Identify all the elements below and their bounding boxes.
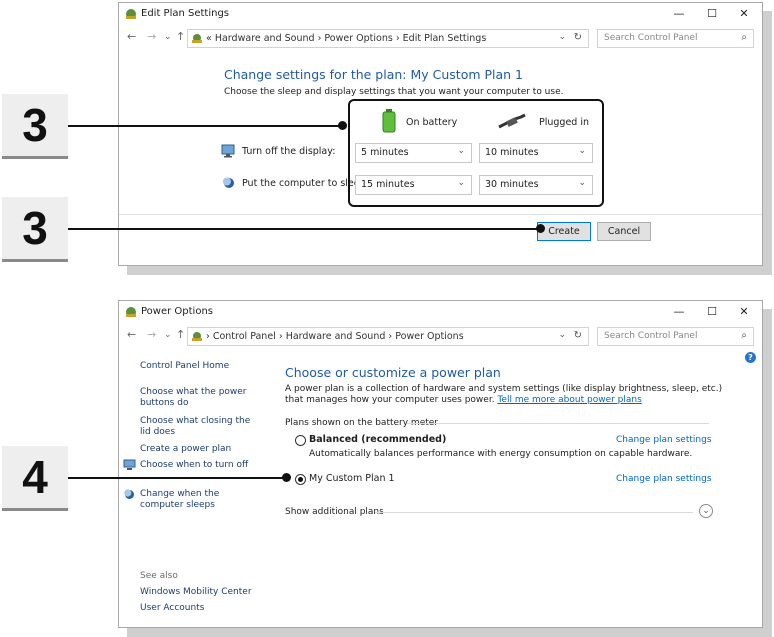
callout-leader-4 — [68, 477, 286, 479]
power-options-window: Power Options — ☐ ✕ ← → ⌄ ↑ › Control Pa… — [118, 300, 763, 628]
address-dropdown-icon[interactable]: ⌄ — [558, 32, 566, 42]
sidebar-item-sleep[interactable]: Change when the computer sleeps — [140, 489, 258, 511]
close-button[interactable]: ✕ — [729, 303, 759, 321]
change-plan-settings-custom[interactable]: Change plan settings — [616, 474, 712, 484]
cancel-button[interactable]: Cancel — [597, 222, 651, 241]
search-placeholder: Search Control Panel — [604, 331, 698, 341]
help-icon[interactable]: ? — [745, 352, 756, 363]
recent-locations-button[interactable]: ⌄ — [164, 329, 172, 341]
minimize-button[interactable]: — — [664, 5, 694, 23]
show-additional-plans[interactable]: Show additional plans — [285, 507, 384, 517]
breadcrumb-overflow[interactable]: « — [206, 33, 212, 44]
search-placeholder: Search Control Panel — [604, 33, 698, 43]
callout-dot-4 — [282, 473, 291, 482]
moon-icon — [124, 489, 134, 499]
address-bar-row: ← → ⌄ ↑ « Hardware and Sound › Power Opt… — [119, 27, 762, 49]
breadcrumb-item-power-options[interactable]: Power Options — [395, 331, 463, 342]
window-title: Power Options — [141, 306, 213, 317]
address-box[interactable]: « Hardware and Sound › Power Options › E… — [187, 29, 589, 48]
see-also-heading: See also — [140, 571, 178, 581]
breadcrumb: « Hardware and Sound › Power Options › E… — [206, 33, 486, 44]
sidebar-item-create-plan[interactable]: Create a power plan — [140, 444, 231, 455]
refresh-icon[interactable]: ↻ — [574, 330, 582, 341]
window-title: Edit Plan Settings — [141, 8, 230, 19]
address-dropdown-icon[interactable]: ⌄ — [558, 330, 566, 340]
monitor-icon — [123, 459, 136, 470]
maximize-button[interactable]: ☐ — [697, 5, 727, 23]
title-bar: Edit Plan Settings — ☐ ✕ — [119, 3, 762, 27]
expand-chevron-icon[interactable]: ⌄ — [699, 504, 713, 518]
sidebar-item-power-buttons[interactable]: Choose what the power buttons do — [140, 387, 250, 409]
sidebar-item-turn-off-display[interactable]: Choose when to turn off the display — [140, 460, 258, 471]
minimize-button[interactable]: — — [664, 303, 694, 321]
display-setting-label: Turn off the display: — [242, 146, 336, 157]
sidebar-item-closing-lid[interactable]: Choose what closing the lid does — [140, 416, 255, 438]
forward-button[interactable]: → — [147, 31, 156, 43]
recent-locations-button[interactable]: ⌄ — [164, 31, 172, 43]
callout-step-4: 4 — [2, 446, 68, 511]
callout-step-3b: 3 — [2, 197, 68, 262]
breadcrumb-item-hardware[interactable]: Hardware and Sound — [215, 33, 315, 44]
group-divider — [407, 423, 709, 424]
power-options-app-icon — [126, 9, 136, 19]
link-user-accounts[interactable]: User Accounts — [140, 603, 204, 614]
callout-dot-3a — [338, 121, 347, 130]
monitor-icon — [221, 144, 235, 158]
breadcrumb: › Control Panel › Hardware and Sound › P… — [206, 331, 464, 342]
up-button[interactable]: ↑ — [176, 329, 185, 341]
title-bar: Power Options — ☐ ✕ — [119, 301, 762, 325]
plan-radio-balanced[interactable] — [295, 435, 306, 446]
address-bar-row: ← → ⌄ ↑ › Control Panel › Hardware and S… — [119, 325, 762, 347]
chevron-right-icon: › — [206, 331, 213, 342]
up-button[interactable]: ↑ — [176, 31, 185, 43]
breadcrumb-item-hardware[interactable]: Hardware and Sound — [286, 331, 386, 342]
callout-dot-3b — [536, 224, 545, 233]
settings-highlight-box — [348, 99, 604, 207]
footer-divider — [119, 214, 762, 215]
chevron-right-icon: › — [278, 331, 286, 342]
control-panel-icon — [192, 34, 202, 43]
learn-more-link[interactable]: Tell me more about power plans — [497, 395, 641, 405]
refresh-icon[interactable]: ↻ — [574, 32, 582, 43]
address-box[interactable]: › Control Panel › Hardware and Sound › P… — [187, 327, 589, 346]
callout-leader-3b — [68, 228, 541, 230]
plan-description-balanced: Automatically balances performance with … — [309, 449, 693, 459]
search-input[interactable]: Search Control Panel ⌕ — [597, 29, 754, 48]
search-input[interactable]: Search Control Panel ⌕ — [597, 327, 754, 346]
search-icon: ⌕ — [741, 330, 747, 341]
control-panel-icon — [192, 332, 202, 341]
create-button[interactable]: Create — [537, 222, 591, 241]
additional-divider — [375, 512, 693, 513]
maximize-button[interactable]: ☐ — [697, 303, 727, 321]
page-description: A power plan is a collection of hardware… — [285, 384, 725, 406]
radio-selected-dot — [298, 477, 303, 482]
breadcrumb-item-edit-plan[interactable]: Edit Plan Settings — [403, 33, 487, 44]
power-options-app-icon — [126, 307, 136, 317]
plan-name-custom: My Custom Plan 1 — [309, 473, 395, 484]
breadcrumb-item-power-options[interactable]: Power Options — [324, 33, 392, 44]
change-plan-settings-balanced[interactable]: Change plan settings — [616, 435, 712, 445]
back-button[interactable]: ← — [127, 31, 136, 43]
moon-icon — [223, 177, 234, 188]
back-button[interactable]: ← — [127, 329, 136, 341]
link-mobility-center[interactable]: Windows Mobility Center — [140, 587, 252, 598]
page-subtitle: Choose the sleep and display settings th… — [224, 87, 564, 97]
edit-plan-window: Edit Plan Settings — ☐ ✕ ← → ⌄ ↑ « Hardw… — [118, 2, 763, 266]
page-title: Change settings for the plan: My Custom … — [224, 67, 524, 82]
plan-radio-custom[interactable] — [295, 474, 306, 485]
plan-name-balanced: Balanced (recommended) — [309, 434, 447, 445]
callout-step-3a: 3 — [2, 94, 68, 159]
search-icon: ⌕ — [741, 32, 747, 43]
sidebar-item-home[interactable]: Control Panel Home — [140, 361, 229, 372]
breadcrumb-item-control-panel[interactable]: Control Panel — [213, 331, 276, 342]
chevron-right-icon: › — [395, 33, 403, 44]
page-title: Choose or customize a power plan — [285, 365, 501, 380]
forward-button[interactable]: → — [147, 329, 156, 341]
callout-leader-3a — [68, 125, 343, 127]
close-button[interactable]: ✕ — [729, 5, 759, 23]
